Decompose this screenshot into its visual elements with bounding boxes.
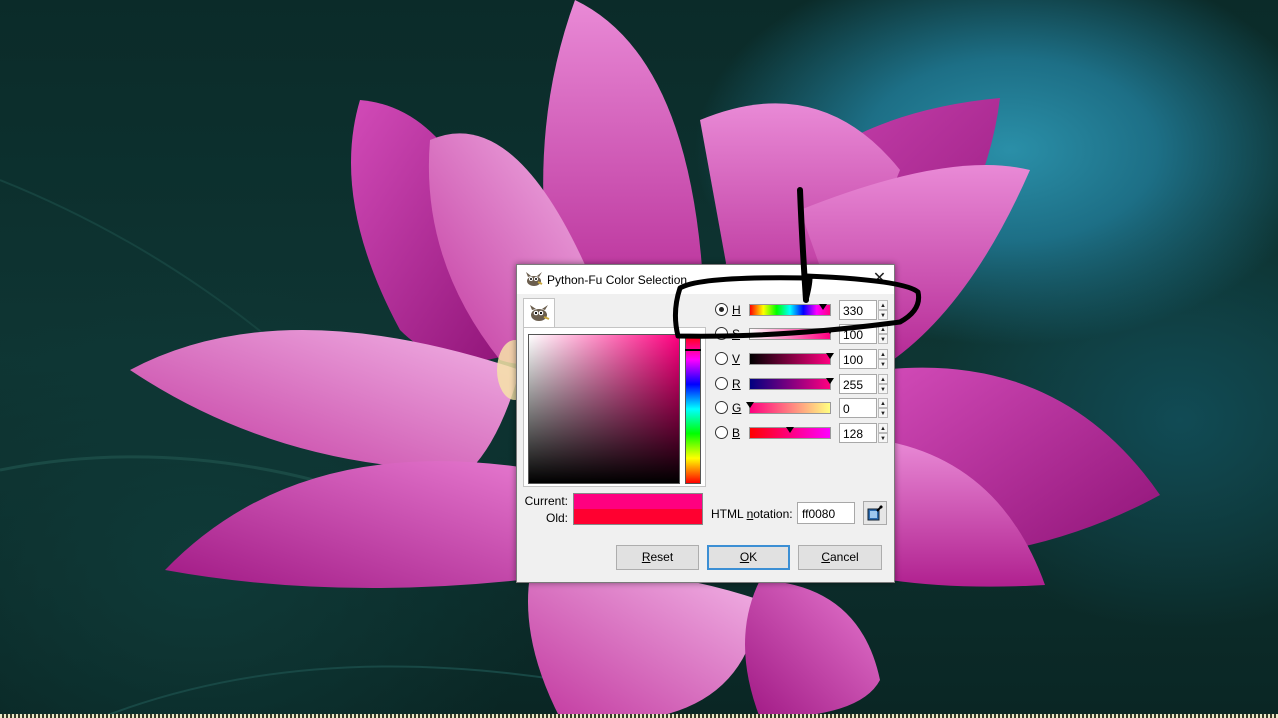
- channel-slider-h[interactable]: [749, 304, 831, 316]
- hue-strip-marker[interactable]: [685, 349, 701, 351]
- channel-slider-g[interactable]: [746, 402, 831, 414]
- spin-buttons: ▲ ▼: [878, 374, 888, 394]
- spin-up-icon[interactable]: ▲: [878, 324, 888, 334]
- current-label: Current:: [524, 494, 568, 508]
- channel-label-s: S: [732, 327, 741, 341]
- wilber-icon: [530, 305, 550, 321]
- channel-radio-s[interactable]: [715, 327, 728, 340]
- channel-slider-marker[interactable]: [819, 304, 828, 310]
- spin-buttons: ▲ ▼: [878, 349, 888, 369]
- eyedropper-icon: [867, 505, 883, 521]
- channel-row-b: B 128 ▲ ▼: [713, 423, 891, 443]
- channel-slider-marker[interactable]: [786, 427, 795, 433]
- current-color-swatch: [574, 494, 702, 509]
- channel-label-b: B: [732, 426, 741, 440]
- old-color-swatch: [574, 509, 702, 524]
- channel-label-g: G: [732, 401, 742, 415]
- channel-slider-marker[interactable]: [826, 353, 834, 359]
- color-selection-dialog: Python-Fu Color Selection ✕ H 330 ▲ ▼ S 100 ▲ ▼…: [516, 264, 895, 583]
- channel-row-g: G 0 ▲ ▼: [713, 398, 891, 418]
- title-bar[interactable]: Python-Fu Color Selection ✕: [517, 265, 894, 294]
- color-selector-panel: [523, 327, 706, 487]
- channel-radio-h[interactable]: [715, 303, 728, 316]
- channel-value-v[interactable]: 100: [839, 349, 877, 369]
- channel-row-s: S 100 ▲ ▼: [713, 324, 891, 344]
- channel-slider-marker[interactable]: [826, 328, 834, 334]
- channel-label-h: H: [732, 303, 741, 317]
- channel-radio-b[interactable]: [715, 426, 728, 439]
- channel-radio-r[interactable]: [715, 377, 728, 390]
- spin-up-icon[interactable]: ▲: [878, 398, 888, 408]
- saturation-value-square[interactable]: [528, 334, 680, 484]
- spin-down-icon[interactable]: ▼: [878, 359, 888, 369]
- channel-slider-s[interactable]: [749, 328, 834, 340]
- html-notation-input[interactable]: ff0080: [797, 502, 855, 524]
- gimp-wilber-icon: [526, 272, 543, 286]
- channel-row-v: V 100 ▲ ▼: [713, 349, 891, 369]
- channel-row-h: H 330 ▲ ▼: [713, 300, 891, 320]
- channel-label-r: R: [732, 377, 741, 391]
- channel-slider-v[interactable]: [749, 353, 834, 365]
- channel-label-v: V: [732, 352, 741, 366]
- spin-buttons: ▲ ▼: [878, 423, 888, 443]
- channel-value-h[interactable]: 330: [839, 300, 877, 320]
- channel-radio-g[interactable]: [715, 401, 728, 414]
- channel-slider-r[interactable]: [749, 378, 834, 390]
- channel-value-g[interactable]: 0: [839, 398, 877, 418]
- spin-buttons: ▲ ▼: [878, 398, 888, 418]
- channel-slider-b[interactable]: [749, 427, 831, 439]
- spin-up-icon[interactable]: ▲: [878, 423, 888, 433]
- spin-down-icon[interactable]: ▼: [878, 310, 888, 320]
- channel-radio-v[interactable]: [715, 352, 728, 365]
- channel-row-r: R 255 ▲ ▼: [713, 374, 891, 394]
- html-notation-label: HTML notation:: [711, 507, 793, 521]
- spin-down-icon[interactable]: ▼: [878, 408, 888, 418]
- hue-strip[interactable]: [685, 334, 701, 484]
- spin-buttons: ▲ ▼: [878, 300, 888, 320]
- color-selector-tab[interactable]: [523, 298, 555, 328]
- color-picker-button[interactable]: [863, 501, 887, 525]
- reset-button[interactable]: Reset: [616, 545, 699, 570]
- channel-value-r[interactable]: 255: [839, 374, 877, 394]
- close-button[interactable]: ✕: [865, 265, 894, 294]
- spin-up-icon[interactable]: ▲: [878, 374, 888, 384]
- cancel-button[interactable]: Cancel: [798, 545, 882, 570]
- close-icon: ✕: [872, 270, 887, 287]
- spin-up-icon[interactable]: ▲: [878, 300, 888, 310]
- spin-down-icon[interactable]: ▼: [878, 334, 888, 344]
- channel-slider-marker[interactable]: [746, 402, 754, 408]
- channel-value-b[interactable]: 128: [839, 423, 877, 443]
- old-label: Old:: [545, 511, 568, 525]
- channel-value-s[interactable]: 100: [839, 324, 877, 344]
- color-preview: [573, 493, 703, 525]
- dialog-title: Python-Fu Color Selection: [547, 273, 688, 287]
- spin-down-icon[interactable]: ▼: [878, 433, 888, 443]
- taskbar-edge: [0, 714, 1278, 718]
- ok-button[interactable]: OK: [707, 545, 790, 570]
- spin-down-icon[interactable]: ▼: [878, 384, 888, 394]
- spin-buttons: ▲ ▼: [878, 324, 888, 344]
- channel-slider-marker[interactable]: [826, 378, 834, 384]
- spin-up-icon[interactable]: ▲: [878, 349, 888, 359]
